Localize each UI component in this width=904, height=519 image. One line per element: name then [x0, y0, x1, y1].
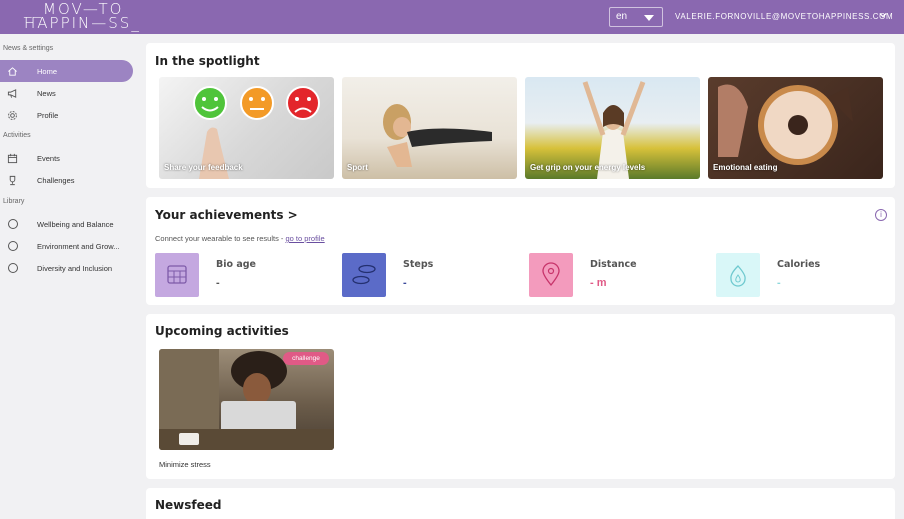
sport-photo-image: [383, 104, 492, 167]
spotlight-item-emotional-eating[interactable]: Emotional eating: [708, 77, 883, 179]
newsfeed-title: Newsfeed: [155, 498, 222, 512]
footprints-icon: [352, 264, 376, 285]
spotlight-title: In the spotlight: [155, 54, 260, 68]
circle-icon: [8, 263, 18, 273]
language-select[interactable]: en: [609, 7, 663, 27]
challenge-badge: challenge: [283, 352, 329, 365]
sidebar-item-diversity[interactable]: Diversity and Inclusion: [0, 257, 133, 279]
spotlight-caption: Sport: [347, 163, 368, 172]
location-pin-icon: [542, 262, 560, 287]
metric-label: Distance: [590, 259, 637, 270]
sidebar-item-label: Wellbeing and Balance: [37, 220, 114, 229]
app-logo[interactable]: __MOV—TO HAPPIN—SS_: [24, 2, 141, 32]
sidebar-item-home[interactable]: Home: [0, 60, 133, 82]
spotlight-item-feedback[interactable]: Share your feedback: [159, 77, 334, 179]
calendar-icon: [7, 153, 18, 164]
sidebar-item-label: Challenges: [37, 176, 75, 185]
trophy-icon: [9, 175, 16, 186]
metric-value: -: [216, 277, 220, 289]
sidebar-item-label: Profile: [37, 111, 59, 120]
achievements-subtitle-text: Connect your wearable to see results -: [155, 234, 286, 243]
sidebar-item-news[interactable]: News: [0, 82, 133, 104]
section-label-activities: Activities: [3, 132, 31, 139]
metric-icon-box: [155, 253, 199, 297]
gear-icon: [8, 111, 17, 120]
sidebar-item-events[interactable]: Events: [0, 147, 133, 169]
sidebar-item-label: News: [37, 89, 56, 98]
upcoming-title: Upcoming activities: [155, 324, 289, 338]
sidebar-item-profile[interactable]: Profile: [0, 104, 133, 126]
section-label-news-settings: News & settings: [3, 45, 54, 52]
metric-icon-box: [529, 253, 573, 297]
newsfeed-card: Newsfeed: [146, 488, 895, 519]
sidebar-item-wellbeing[interactable]: Wellbeing and Balance: [0, 213, 133, 235]
sidebar-item-environment[interactable]: Environment and Grow...: [0, 235, 133, 257]
metric-label: Steps: [403, 259, 434, 270]
spotlight-caption: Get grip on your energy levels: [530, 163, 646, 172]
metric-value: - m: [590, 277, 607, 289]
caret-down-icon: [644, 15, 654, 21]
top-bar: __MOV—TO HAPPIN—SS_ en VALERIE.FORNOVILL…: [0, 0, 904, 34]
metric-icon-box: [716, 253, 760, 297]
flame-icon: [730, 265, 746, 287]
language-value: en: [616, 11, 628, 22]
spotlight-caption: Emotional eating: [713, 163, 778, 172]
spotlight-card: In the spotlight Share your feedback Spo…: [146, 43, 895, 188]
sidebar-item-label: Home: [37, 67, 58, 76]
home-icon: [8, 67, 17, 76]
user-menu[interactable]: VALERIE.FORNOVILLE@MOVETOHAPPINESS.COM: [675, 12, 893, 21]
sidebar-item-label: Environment and Grow...: [37, 242, 120, 251]
calendar-grid-icon: [167, 265, 187, 284]
metric-value: -: [777, 277, 781, 289]
sidebar-item-label: Events: [37, 154, 60, 163]
circle-icon: [8, 219, 18, 229]
achievements-card: Your achievements > i Connect your weara…: [146, 197, 895, 305]
sidebar-item-challenges[interactable]: Challenges: [0, 169, 133, 191]
megaphone-icon: [7, 89, 17, 98]
metric-label: Bio age: [216, 259, 256, 270]
spotlight-item-energy[interactable]: Get grip on your energy levels: [525, 77, 700, 179]
go-to-profile-link[interactable]: go to profile: [285, 234, 324, 243]
metric-value: -: [403, 277, 407, 289]
section-label-library: Library: [3, 198, 25, 205]
upcoming-activities-card: Upcoming activities challenge Minimize s…: [146, 314, 895, 479]
achievements-subtitle: Connect your wearable to see results - g…: [155, 234, 325, 243]
achievements-title[interactable]: Your achievements >: [155, 208, 298, 222]
circle-icon: [8, 241, 18, 251]
metric-icon-box: [342, 253, 386, 297]
sidebar: News & settings Home News Profile Activi…: [0, 34, 138, 519]
activity-caption: Minimize stress: [159, 460, 211, 469]
info-icon[interactable]: i: [875, 209, 887, 221]
spotlight-caption: Share your feedback: [164, 163, 243, 172]
chevron-down-icon[interactable]: [879, 11, 887, 19]
logo-line-2: HAPPIN—SS_: [24, 14, 141, 32]
metric-label: Calories: [777, 259, 821, 270]
spotlight-item-sport[interactable]: Sport: [342, 77, 517, 179]
sidebar-item-label: Diversity and Inclusion: [37, 264, 113, 273]
